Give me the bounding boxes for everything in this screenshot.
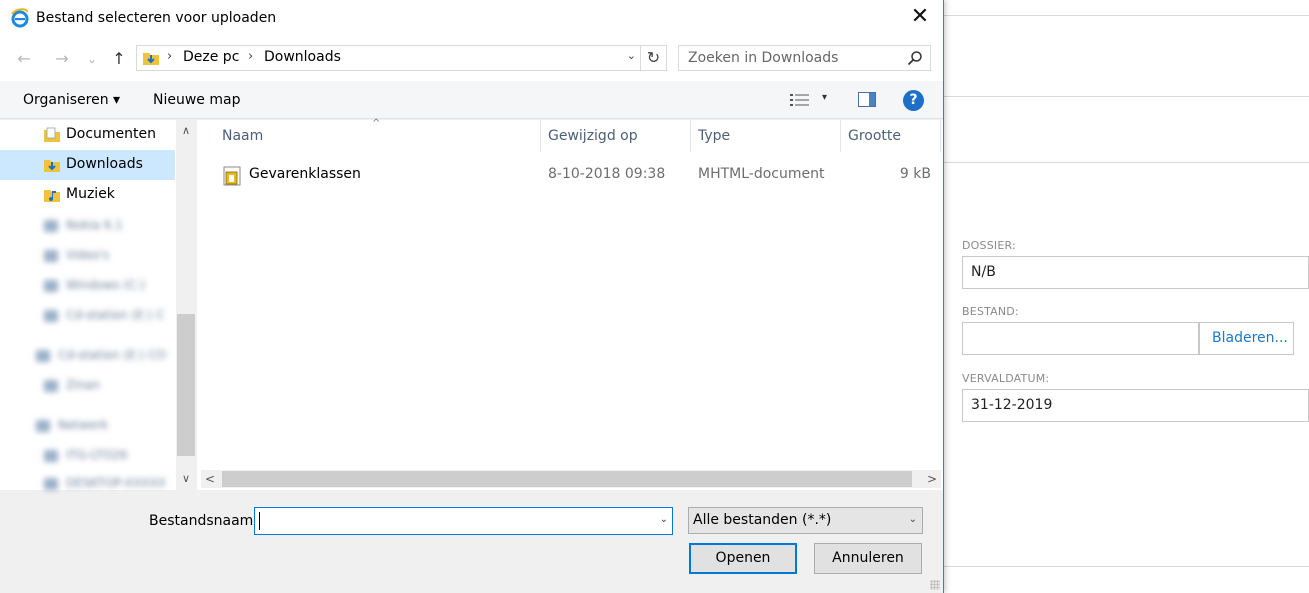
open-button[interactable]: Openen [689, 543, 797, 574]
resize-grip-icon[interactable] [930, 580, 940, 590]
downloads-folder-icon [143, 53, 159, 65]
file-list: ^ Naam Gewijzigd op Type Grootte Gevaren… [197, 118, 943, 490]
nav-item-blurred[interactable]: Nokia 6.1 [44, 218, 123, 232]
nav-item-label: Documenten [66, 126, 157, 142]
scroll-up-icon[interactable]: ∧ [176, 122, 196, 140]
dossier-label: DOSSIER: [962, 239, 1016, 252]
forward-arrow-icon[interactable]: → [50, 48, 74, 70]
nav-item-label: Downloads [66, 156, 143, 172]
command-toolbar: Organiseren ▾ Nieuwe map ▾ ? [0, 81, 943, 119]
scrollbar-thumb[interactable] [222, 471, 912, 487]
filename-combobox[interactable]: ⌄ [254, 507, 673, 535]
view-options-chevron-icon[interactable]: ▾ [822, 92, 827, 103]
details-view-icon[interactable] [790, 93, 810, 107]
file-type-filter-select[interactable]: Alle bestanden (*.*) ⌄ [688, 507, 923, 534]
vervaldatum-label: VERVALDATUM: [962, 372, 1050, 385]
sort-ascending-icon: ^ [372, 118, 381, 129]
downloads-folder-icon [44, 160, 60, 172]
column-divider[interactable] [540, 120, 541, 152]
breadcrumb-downloads[interactable]: Downloads [264, 49, 341, 65]
address-row: ← → ⌄ ↑ › Deze pc › Downloads ⌄ ↻ [0, 38, 943, 81]
file-type: MHTML-document [698, 166, 825, 182]
bestand-label: BESTAND: [962, 305, 1019, 318]
back-arrow-icon[interactable]: ← [12, 48, 36, 70]
internet-explorer-icon [11, 8, 29, 28]
nav-item-downloads[interactable]: Downloads [0, 150, 175, 180]
browse-button[interactable]: Bladeren... [1199, 322, 1294, 355]
search-box[interactable] [678, 45, 931, 71]
close-button[interactable]: ✕ [897, 0, 943, 36]
filename-label: Bestandsnaam: [149, 513, 259, 529]
dialog-title: Bestand selecteren voor uploaden [36, 10, 277, 26]
file-name[interactable]: Gevarenklassen [249, 166, 361, 182]
documents-folder-icon [44, 127, 60, 142]
divider [944, 566, 1309, 567]
breadcrumb-separator: › [167, 49, 173, 64]
vervaldatum-field[interactable]: 31-12-2019 [962, 389, 1309, 422]
column-divider[interactable] [690, 120, 691, 152]
divider [944, 15, 1309, 16]
column-header-type[interactable]: Type [698, 120, 730, 152]
up-arrow-icon[interactable]: ↑ [107, 48, 131, 70]
column-divider[interactable] [940, 120, 941, 152]
column-divider[interactable] [840, 120, 841, 152]
nav-item-documents[interactable]: Documenten [0, 120, 175, 150]
scroll-right-icon[interactable]: > [923, 470, 941, 488]
dossier-field[interactable]: N/B [962, 256, 1309, 289]
address-bar[interactable]: › Deze pc › Downloads ⌄ ↻ [136, 45, 667, 71]
title-bar[interactable]: Bestand selecteren voor uploaden ✕ [0, 0, 943, 38]
horizontal-scrollbar[interactable]: < > [201, 470, 941, 488]
divider [944, 162, 1309, 163]
nav-item-blurred[interactable]: Windows (C:) [44, 278, 145, 292]
column-header-name[interactable]: Naam [222, 120, 263, 152]
scrollbar-thumb[interactable] [177, 314, 195, 456]
address-dropdown-chevron-icon[interactable]: ⌄ [627, 49, 636, 62]
breadcrumb-this-pc[interactable]: Deze pc [183, 49, 239, 65]
refresh-icon[interactable]: ↻ [640, 46, 666, 70]
scroll-down-icon[interactable]: ∨ [176, 470, 196, 488]
nav-item-music[interactable]: Muziek [0, 180, 175, 210]
search-icon[interactable] [907, 50, 923, 66]
file-open-dialog: Bestand selecteren voor uploaden ✕ ← → ⌄… [0, 0, 944, 593]
nav-scrollbar[interactable]: ∧ ∨ [176, 120, 196, 490]
column-header-modified[interactable]: Gewijzigd op [548, 120, 638, 152]
scroll-left-icon[interactable]: < [201, 470, 219, 488]
nav-item-blurred[interactable]: DESKTOP-XXXXX [44, 476, 166, 490]
column-header-size[interactable]: Grootte [848, 120, 901, 152]
filename-dropdown-chevron-icon[interactable]: ⌄ [660, 514, 668, 525]
preview-pane-icon[interactable] [858, 92, 876, 107]
divider [944, 96, 1309, 97]
navigation-pane: Documenten Downloads Muziek Nokia 6.1 Vi… [0, 120, 196, 490]
bestand-field[interactable] [962, 322, 1199, 355]
nav-item-blurred[interactable]: Cd-station (E:) C [44, 308, 165, 322]
new-folder-button[interactable]: Nieuwe map [153, 92, 240, 108]
cancel-button[interactable]: Annuleren [814, 543, 922, 574]
search-input[interactable] [679, 46, 899, 70]
nav-item-blurred[interactable]: Zinan [44, 378, 100, 392]
breadcrumb-separator: › [248, 49, 254, 64]
file-type-filter-value: Alle bestanden (*.*) [693, 512, 832, 528]
filename-input[interactable] [255, 508, 650, 534]
nav-item-label: Muziek [66, 186, 115, 202]
text-cursor [259, 512, 260, 530]
help-icon[interactable]: ? [903, 90, 924, 111]
mhtml-document-icon [223, 166, 241, 186]
file-modified: 8-10-2018 09:38 [548, 166, 666, 182]
nav-item-blurred[interactable]: ITG-LTO26 [44, 448, 128, 462]
nav-item-blurred[interactable]: Video's [44, 248, 109, 262]
nav-item-blurred[interactable]: Netwerk [36, 418, 108, 432]
organize-button[interactable]: Organiseren ▾ [23, 92, 120, 108]
recent-locations-chevron-icon[interactable]: ⌄ [80, 48, 104, 70]
nav-item-blurred[interactable]: Cd-station (E:) CO [36, 348, 166, 362]
music-folder-icon [44, 190, 60, 202]
filter-dropdown-chevron-icon[interactable]: ⌄ [909, 514, 917, 525]
file-size: 9 kB [899, 166, 931, 182]
